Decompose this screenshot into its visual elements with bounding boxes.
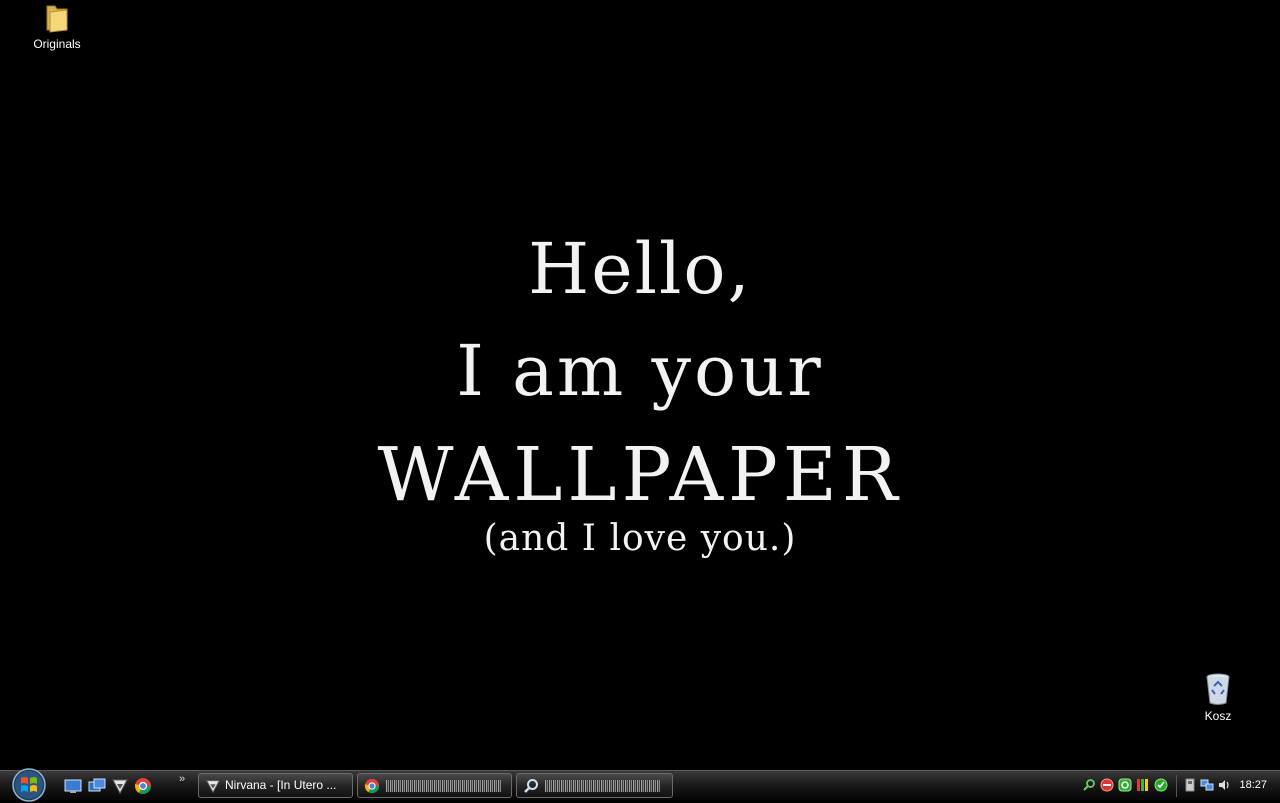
winamp-icon: [206, 780, 220, 794]
chrome-icon[interactable]: [134, 777, 152, 795]
wallpaper-line-wallpaper: WALLPAPER: [377, 432, 903, 518]
task-button-search[interactable]: [516, 773, 673, 798]
update-tray-icon[interactable]: [1154, 778, 1168, 792]
winamp-icon[interactable]: [111, 777, 129, 795]
desktop-icon-originals[interactable]: Originals: [17, 2, 97, 51]
wallpaper-line-i-am-your: I am your: [456, 330, 824, 412]
green-app-tray-icon[interactable]: [1118, 778, 1132, 792]
search-tray-icon[interactable]: [1082, 778, 1096, 792]
recycle-bin-icon: [1206, 673, 1230, 705]
stop-tray-icon[interactable]: [1100, 778, 1114, 792]
bars-tray-icon[interactable]: [1136, 778, 1150, 792]
quick-launch-more-icon[interactable]: »: [179, 773, 185, 785]
redacted-title: [386, 780, 501, 792]
search-icon: [524, 779, 538, 793]
switch-windows-icon[interactable]: [88, 777, 106, 795]
taskbar: » Nirvana - [In Utero ... 18:27: [0, 767, 1280, 803]
volume-tray-icon[interactable]: [1217, 778, 1231, 792]
task-button-chrome[interactable]: [357, 773, 512, 798]
folder-icon: [46, 5, 68, 33]
task-button-label: Nirvana - [In Utero ...: [225, 778, 337, 792]
network-tray-icon[interactable]: [1200, 778, 1214, 792]
clock[interactable]: 18:27: [1239, 779, 1267, 791]
task-button-winamp[interactable]: Nirvana - [In Utero ...: [198, 773, 353, 798]
desktop: Originals Kosz Hello, I am your WALLPAPE…: [0, 0, 1280, 770]
redacted-title: [545, 780, 660, 792]
show-desktop-icon[interactable]: [64, 777, 82, 795]
desktop-icon-label: Kosz: [1204, 709, 1232, 723]
tray-separator: [1176, 775, 1177, 797]
desktop-icon-recycle-bin[interactable]: Kosz: [1178, 672, 1258, 723]
chrome-icon: [364, 778, 380, 794]
desktop-icon-label: Originals: [33, 37, 81, 51]
wallpaper-line-love: (and I love you.): [483, 518, 797, 559]
usb-tray-icon[interactable]: [1183, 778, 1197, 792]
wallpaper-line-hello: Hello,: [528, 228, 752, 310]
start-button[interactable]: [9, 767, 49, 803]
